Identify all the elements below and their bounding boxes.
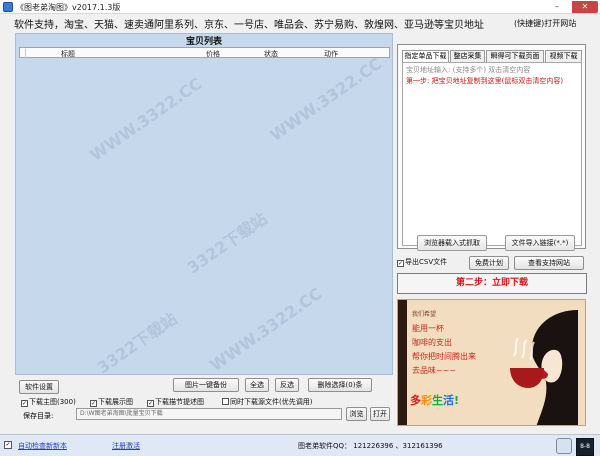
tab-whole-shop[interactable]: 整店采集	[450, 50, 485, 62]
checkbox-label: 下载主图(300)	[29, 398, 76, 406]
title-bar: 《图老弟淘图》v2017.1.3版 – ✕	[0, 0, 600, 14]
slogan-char: 多	[410, 394, 421, 407]
column-header-title[interactable]: 标题	[61, 49, 75, 59]
open-folder-button[interactable]: 打开	[370, 407, 390, 421]
ad-dark-strip	[398, 300, 407, 425]
ad-line: 去品味~~~	[412, 366, 457, 375]
window-title: 《图老弟淘图》v2017.1.3版	[16, 3, 121, 12]
step1-instruction: 第一步: 把宝贝地址复制到这里(鼠标双击清空内容)	[406, 77, 564, 85]
start-download-button[interactable]: 第二步：立即下载	[397, 273, 587, 294]
view-supported-sites-button[interactable]: 查看支持网站	[514, 256, 584, 270]
checkbox-box: ✓	[147, 400, 154, 407]
control-area: 软件设置 图片一键备份 全选 反选 删除选择(0)条 ✓ 下载主图(300) ✓ 下…	[15, 376, 393, 422]
slogan-char: 生	[432, 394, 443, 407]
supported-sites-text: 软件支持，淘宝、天猫、速卖通阿里系列、京东、一号店、唯品会、苏宁易购、敦煌网、亚…	[14, 20, 484, 31]
support-bar: 软件支持，淘宝、天猫、速卖通阿里系列、京东、一号店、唯品会、苏宁易购、敦煌网、亚…	[0, 14, 600, 32]
open-website-link[interactable]: (快捷键)打开网站	[514, 18, 576, 29]
ad-line: 我们希望	[412, 311, 437, 318]
woman-drinking-coffee-illustration	[510, 310, 578, 425]
free-plan-button[interactable]: 免费计划	[469, 256, 509, 270]
slogan-char: 彩	[421, 394, 432, 407]
minimize-button[interactable]: –	[548, 1, 566, 13]
download-source-file-checkbox[interactable]: 同时下载源文件(优先调用)	[222, 397, 312, 407]
file-import-button[interactable]: 文件导入链接(*.*)	[505, 235, 575, 251]
tab-single-item[interactable]: 指定单品下载	[402, 50, 449, 62]
address-hint: 宝贝地址输入: (支持多个) 双击清空内容	[406, 66, 531, 74]
settings-button[interactable]: 软件设置	[19, 380, 59, 394]
contact-qq-text: 图老弟软件QQ： 121226396 、312161396	[298, 442, 443, 450]
browse-button[interactable]: 浏览	[346, 407, 367, 421]
slogan-char: 活	[443, 394, 454, 407]
checkbox-label: 同时下载源文件(优先调用)	[230, 398, 313, 406]
ad-line: 能用一杯	[412, 324, 444, 333]
download-main-image-checkbox[interactable]: ✓ 下载主图(300)	[21, 397, 76, 407]
product-list-panel: 宝贝列表 标题 价格 状态 动作	[15, 33, 393, 375]
column-header-action[interactable]: 动作	[324, 49, 338, 59]
checkbox-box	[222, 398, 229, 405]
ad-text: 我们希望 能用一杯 咖啡的支出 帮你把时间腾出来 去品味~~~	[412, 308, 476, 378]
url-input-area[interactable]: 宝贝地址输入: (支持多个) 双击清空内容 第一步: 把宝贝地址复制到这里(鼠标…	[402, 62, 582, 251]
checkbox-box: ✓	[21, 400, 28, 407]
invert-selection-button[interactable]: 反选	[275, 378, 299, 392]
product-list-header: 标题 价格 状态 动作	[19, 47, 390, 58]
slogan-char: !	[454, 394, 460, 407]
tab-video-download[interactable]: 视频下载	[545, 50, 582, 62]
tab-downloadable-page[interactable]: 瞬得可下载页面	[486, 50, 544, 62]
tray-badge-icon[interactable]: 8-8	[576, 438, 594, 456]
column-header-index[interactable]	[20, 49, 26, 58]
ad-line: 帮你把时间腾出来	[412, 352, 476, 361]
checkbox-box: ✓	[397, 260, 404, 267]
register-activate-link[interactable]: 注册激活	[112, 441, 140, 451]
product-list-body[interactable]	[19, 59, 390, 372]
ad-slogan: 多彩生活!	[410, 392, 459, 408]
product-list-title: 宝贝列表	[185, 37, 222, 47]
column-header-status[interactable]: 状态	[264, 49, 278, 59]
auto-check-checkbox[interactable]: ✓	[4, 441, 12, 449]
checkbox-box: ✓	[90, 400, 97, 407]
tray-app-icon[interactable]	[556, 438, 572, 454]
checkbox-label: 导出CSV文件	[405, 258, 448, 266]
save-directory-field[interactable]: D:\W图老弟淘图\批量宝贝下载	[76, 408, 342, 420]
download-tab-panel: 指定单品下载 整店采集 瞬得可下载页面 视频下载 宝贝地址输入: (支持多个) …	[397, 44, 586, 251]
app-icon	[3, 2, 13, 12]
download-detail-image-checkbox[interactable]: ✓ 下载描节提述图	[147, 397, 204, 407]
save-directory-label: 保存目录:	[23, 412, 54, 420]
ad-line: 咖啡的支出	[412, 338, 452, 347]
select-all-button[interactable]: 全选	[245, 378, 269, 392]
checkbox-label: 下载展示图	[98, 398, 133, 406]
image-backup-button[interactable]: 图片一键备份	[173, 378, 239, 392]
delete-selected-button[interactable]: 删除选择(0)条	[308, 378, 372, 392]
close-button[interactable]: ✕	[572, 1, 598, 13]
browser-import-button[interactable]: 浏览器载入式抓取	[417, 235, 487, 251]
auto-check-update-link[interactable]: 自动检查新新本	[18, 441, 67, 451]
checkbox-label: 下载描节提述图	[155, 398, 204, 406]
export-csv-checkbox[interactable]: ✓ 导出CSV文件	[397, 257, 447, 267]
download-display-image-checkbox[interactable]: ✓ 下载展示图	[90, 397, 133, 407]
coffee-advertisement[interactable]: 我们希望 能用一杯 咖啡的支出 帮你把时间腾出来 去品味~~~ 多彩生活!	[397, 299, 586, 426]
status-bar: ✓ 自动检查新新本 注册激活 图老弟软件QQ： 121226396 、31216…	[0, 434, 600, 456]
column-header-price[interactable]: 价格	[206, 49, 220, 59]
